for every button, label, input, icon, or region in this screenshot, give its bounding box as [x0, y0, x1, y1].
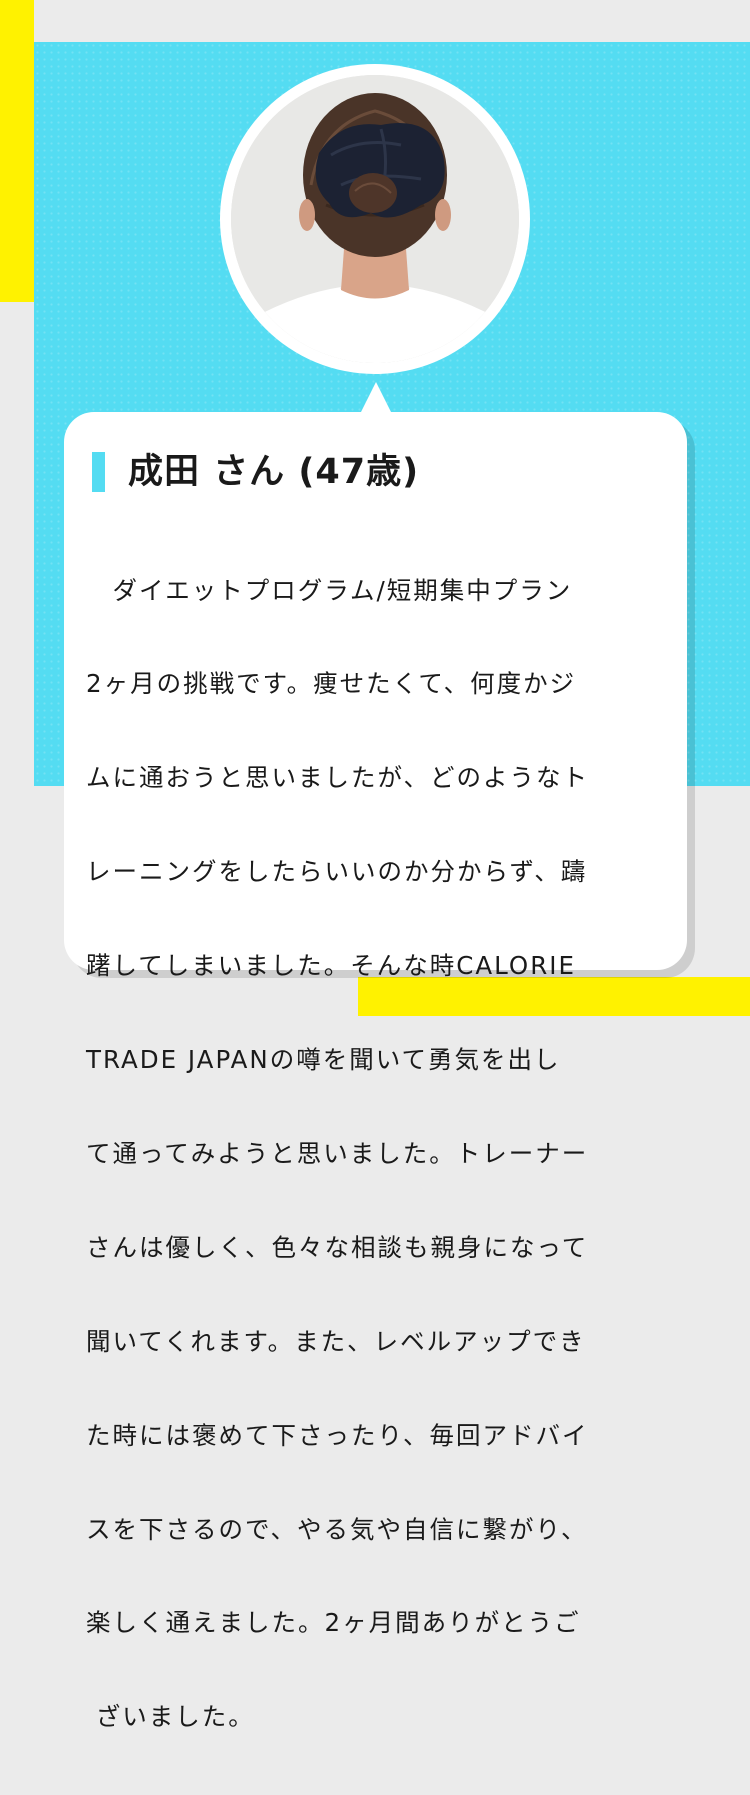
speech-bubble-pointer: [360, 382, 392, 414]
testimonial-line: TRADE JAPANの噂を聞いて勇気を出し: [86, 1045, 561, 1075]
testimonial-line: た時には褒めて下さったり、毎回アドバイ: [86, 1420, 589, 1450]
avatar: [220, 64, 530, 374]
testimonial-line: ざいました。: [86, 1702, 255, 1732]
yellow-accent-top: [0, 0, 34, 302]
name-accent-bar: [92, 452, 105, 492]
testimonial-line: さんは優しく、色々な相談も親身になって: [86, 1232, 589, 1262]
customer-photo-illustration: [231, 75, 519, 363]
testimonial-text: ダイエットプログラム/短期集中プラン 2ヶ月の挑戦です。痩せたくて、何度かジ ム…: [86, 512, 666, 1795]
testimonial-card: 成田 さん (47歳) ダイエットプログラム/短期集中プラン 2ヶ月の挑戦です。…: [64, 412, 687, 1731]
testimonial-line: 聞いてくれます。また、レベルアップでき: [86, 1326, 586, 1356]
testimonial-line: 楽しく通えました。2ヶ月間ありがとうご: [86, 1608, 581, 1638]
testimonial-line: 躇してしまいました。そんな時CALORIE: [86, 951, 576, 981]
testimonial-line: て通ってみようと思いました。トレーナー: [86, 1138, 589, 1168]
testimonial-line: 2ヶ月の挑戦です。痩せたくて、何度かジ: [86, 669, 577, 699]
testimonial-line: レーニングをしたらいいのか分からず、躊: [86, 857, 588, 887]
testimonial-line: ムに通おうと思いましたが、どのようなト: [86, 763, 590, 793]
customer-name: 成田 さん (47歳): [128, 452, 420, 492]
testimonial-line: ダイエットプログラム/短期集中プラン: [86, 575, 573, 605]
customer-photo: [231, 75, 519, 363]
testimonial-line: スを下さるので、やる気や自信に繋がり、: [86, 1514, 588, 1544]
